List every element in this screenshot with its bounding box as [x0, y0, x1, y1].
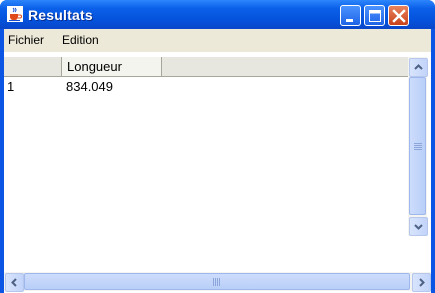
grip-line [414, 147, 422, 148]
scroll-up-button[interactable] [409, 58, 428, 77]
grip-line [219, 278, 220, 286]
menu-bar: Fichier Edition [4, 29, 431, 52]
window-title: Resultats [28, 7, 93, 23]
chevron-up-icon [414, 64, 423, 70]
grip-line [414, 145, 422, 146]
column-header-label: Longueur [67, 59, 122, 74]
menu-fichier[interactable]: Fichier [8, 33, 44, 47]
menu-edition[interactable]: Edition [62, 33, 99, 47]
grip-line [414, 143, 422, 144]
minimize-icon [346, 19, 353, 22]
chevron-left-icon [11, 278, 17, 287]
app-window: Resultats Fichier Edition Longueur 1 834… [0, 0, 435, 293]
table-row[interactable]: 1 834.049 [4, 77, 408, 95]
table-body: 1 834.049 [4, 77, 408, 236]
column-header-index[interactable] [4, 57, 65, 76]
row-longueur-value: 834.049 [66, 79, 113, 94]
row-index: 1 [7, 79, 15, 94]
column-header-longueur[interactable]: Longueur [61, 57, 162, 76]
table-header: Longueur [4, 57, 408, 77]
scroll-down-button[interactable] [409, 217, 428, 236]
grip-line [213, 278, 214, 286]
close-icon [392, 9, 406, 23]
chevron-down-icon [414, 224, 423, 230]
horizontal-scrollbar[interactable] [4, 272, 431, 292]
chevron-right-icon [419, 278, 425, 287]
maximize-icon [369, 10, 381, 22]
client-area: Fichier Edition Longueur 1 834.049 [4, 29, 431, 293]
scroll-right-button[interactable] [412, 273, 431, 292]
horizontal-scroll-thumb[interactable] [24, 273, 410, 290]
scroll-left-button[interactable] [5, 273, 24, 292]
title-bar[interactable]: Resultats [0, 0, 435, 29]
maximize-button[interactable] [364, 5, 385, 26]
grip-line [414, 149, 422, 150]
grip-line [217, 278, 218, 286]
grip-line [215, 278, 216, 286]
java-coffee-cup-icon [7, 6, 23, 22]
vertical-scroll-thumb[interactable] [409, 77, 426, 215]
close-button[interactable] [388, 5, 409, 26]
minimize-button[interactable] [340, 5, 361, 26]
vertical-scrollbar[interactable] [408, 57, 428, 236]
